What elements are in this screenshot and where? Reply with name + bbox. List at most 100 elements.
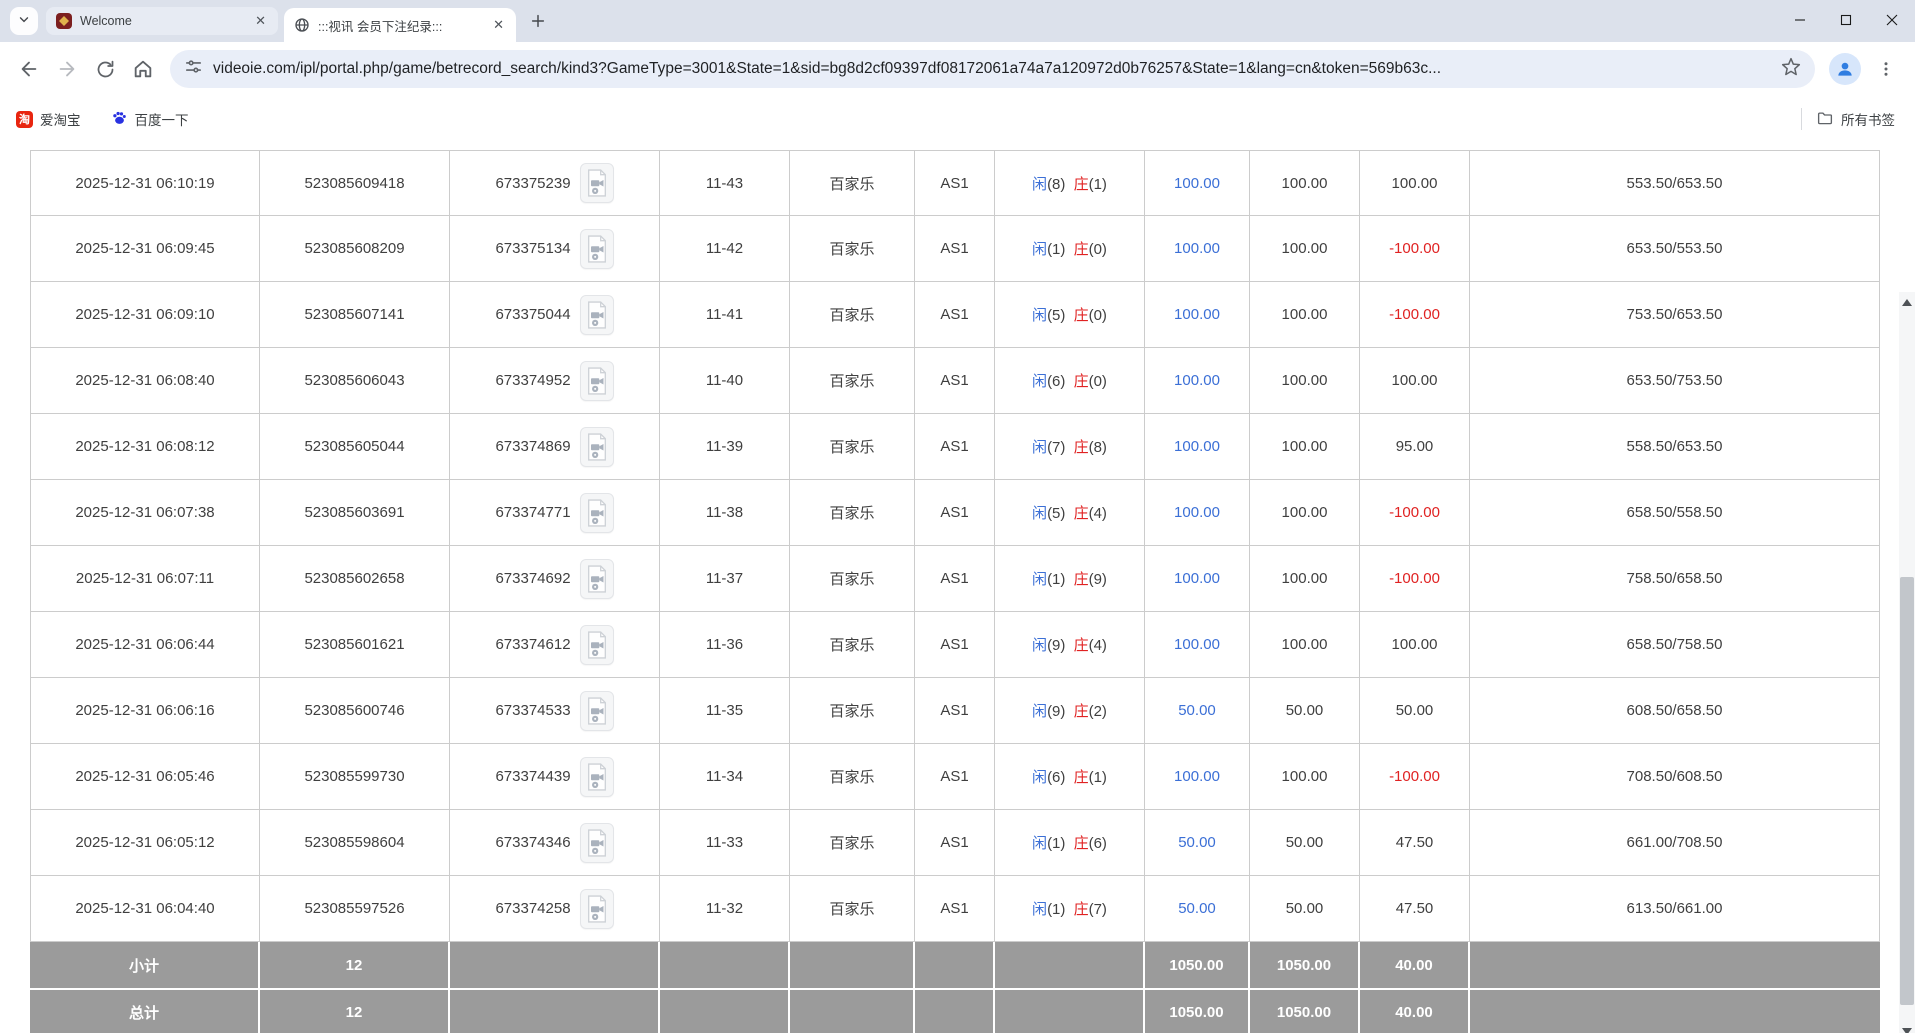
scrollbar-thumb[interactable] [1900, 577, 1914, 1005]
chevron-down-icon [17, 12, 31, 31]
cell-table-code: AS1 [915, 480, 995, 546]
player-label: 闲 [1032, 373, 1048, 390]
cell-bet-id: 523085598604 [260, 810, 450, 876]
game-id-text: 673374533 [495, 702, 571, 719]
site-settings-tune-icon[interactable] [184, 57, 203, 81]
video-replay-button[interactable] [579, 360, 614, 401]
cell-bet-id: 523085605044 [260, 414, 450, 480]
cell-bet-id: 523085609418 [260, 150, 450, 216]
game-id-text: 673374952 [495, 372, 571, 389]
video-replay-button[interactable] [579, 624, 614, 665]
summary-row: 总计 12 1050.00 1050.00 40.00 [30, 988, 1880, 1033]
all-bookmarks-button[interactable]: 所有书签 [1816, 109, 1895, 130]
table-row: 2025-12-31 06:05:46 523085599730 6733744… [30, 744, 1880, 810]
video-replay-button[interactable] [579, 294, 614, 335]
folder-icon [1816, 109, 1834, 130]
banker-label: 庄 [1073, 769, 1089, 786]
bookmark-label: 爱淘宝 [40, 113, 81, 128]
player-label: 闲 [1032, 571, 1048, 588]
tab-betrecord[interactable]: :::视讯 会员下注纪录::: ✕ [284, 8, 516, 42]
cell-win-loss: 95.00 [1360, 414, 1470, 480]
video-replay-button[interactable] [579, 558, 614, 599]
bookmark-item-taobao[interactable]: 淘 爱淘宝 [16, 109, 81, 129]
cell-round: 11-40 [660, 348, 790, 414]
bet-amount-link[interactable]: 50.00 [1178, 702, 1216, 719]
bet-amount-link[interactable]: 50.00 [1178, 900, 1216, 917]
cell-bet-result: 闲(9) 庄(2) [995, 678, 1145, 744]
bet-amount-link[interactable]: 100.00 [1174, 372, 1220, 389]
cell-table-code: AS1 [915, 348, 995, 414]
home-button[interactable] [126, 52, 160, 86]
bet-amount-link[interactable]: 100.00 [1174, 175, 1220, 192]
forward-button[interactable] [50, 52, 84, 86]
reload-button[interactable] [88, 52, 122, 86]
cell-game-id: 673374533 [450, 678, 660, 744]
video-replay-button[interactable] [579, 492, 614, 533]
vertical-scrollbar[interactable] [1899, 292, 1915, 1033]
minimize-button[interactable] [1777, 0, 1823, 40]
cell-bet-id: 523085600746 [260, 678, 450, 744]
film-file-icon [587, 169, 606, 197]
bet-amount-link[interactable]: 100.00 [1174, 504, 1220, 521]
film-file-icon [587, 234, 606, 263]
maximize-button[interactable] [1823, 0, 1869, 40]
menu-kebab-icon[interactable] [1869, 52, 1903, 86]
tab-welcome[interactable]: Welcome ✕ [46, 7, 278, 35]
cell-round: 11-38 [660, 480, 790, 546]
cell-bet-result: 闲(7) 庄(8) [995, 414, 1145, 480]
video-replay-button[interactable] [579, 163, 614, 203]
close-button[interactable] [1869, 0, 1915, 40]
bet-amount-link[interactable]: 100.00 [1174, 570, 1220, 587]
video-replay-button[interactable] [579, 426, 614, 467]
new-tab-button[interactable] [524, 7, 552, 35]
bookmark-item-baidu[interactable]: 百度一下 [111, 109, 189, 129]
cell-bet-amount: 100.00 [1145, 282, 1250, 348]
back-button[interactable] [12, 52, 46, 86]
cell-bet-time: 2025-12-31 06:05:46 [30, 744, 260, 810]
cell-bet-result: 闲(6) 庄(0) [995, 348, 1145, 414]
bet-amount-link[interactable]: 100.00 [1174, 240, 1220, 257]
scroll-down-arrow-icon[interactable] [1899, 1023, 1915, 1033]
cell-round: 11-39 [660, 414, 790, 480]
bet-amount-link[interactable]: 100.00 [1174, 636, 1220, 653]
summary-bet-amount: 1050.00 [1145, 942, 1250, 988]
banker-label: 庄 [1073, 835, 1089, 852]
tab-title: Welcome [80, 14, 132, 28]
cell-table-code: AS1 [915, 612, 995, 678]
cell-bet-time: 2025-12-31 06:04:40 [30, 876, 260, 942]
url-bar[interactable]: videoie.com/ipl/portal.php/game/betrecor… [170, 50, 1815, 88]
profile-avatar[interactable] [1829, 53, 1861, 85]
game-id-text: 673374258 [495, 900, 571, 917]
cell-game-type: 百家乐 [790, 282, 915, 348]
player-label: 闲 [1032, 505, 1048, 522]
cell-bet-id: 523085603691 [260, 480, 450, 546]
game-id-text: 673375239 [495, 174, 571, 192]
bet-amount-link[interactable]: 100.00 [1174, 768, 1220, 785]
video-replay-button[interactable] [579, 888, 614, 929]
bet-amount-link[interactable]: 100.00 [1174, 438, 1220, 455]
scroll-up-arrow-icon[interactable] [1899, 294, 1915, 310]
video-replay-button[interactable] [579, 228, 614, 269]
video-replay-button[interactable] [579, 690, 614, 731]
video-replay-button[interactable] [579, 822, 614, 863]
video-replay-button[interactable] [579, 756, 614, 797]
bet-amount-link[interactable]: 100.00 [1174, 306, 1220, 323]
table-row: 2025-12-31 06:07:11 523085602658 6733746… [30, 546, 1880, 612]
bookmark-star-icon[interactable] [1781, 57, 1801, 82]
browser-toolbar: videoie.com/ipl/portal.php/game/betrecor… [0, 42, 1915, 96]
cell-game-type: 百家乐 [790, 216, 915, 282]
summary-win-loss: 40.00 [1360, 988, 1470, 1033]
bet-amount-link[interactable]: 50.00 [1178, 834, 1216, 851]
tab-search-button[interactable] [10, 7, 38, 35]
table-row: 2025-12-31 06:04:40 523085597526 6733742… [30, 876, 1880, 942]
url-text[interactable]: videoie.com/ipl/portal.php/game/betrecor… [213, 60, 1763, 78]
cell-game-type: 百家乐 [790, 348, 915, 414]
cell-round: 11-37 [660, 546, 790, 612]
film-file-icon [587, 498, 606, 527]
cell-win-loss: -100.00 [1360, 480, 1470, 546]
tab-close-icon[interactable]: ✕ [253, 13, 268, 29]
table-row: 2025-12-31 06:09:10 523085607141 6733750… [30, 282, 1880, 348]
tab-close-icon[interactable]: ✕ [491, 17, 506, 33]
game-id-text: 673374692 [495, 570, 571, 587]
cell-bet-time: 2025-12-31 06:07:38 [30, 480, 260, 546]
